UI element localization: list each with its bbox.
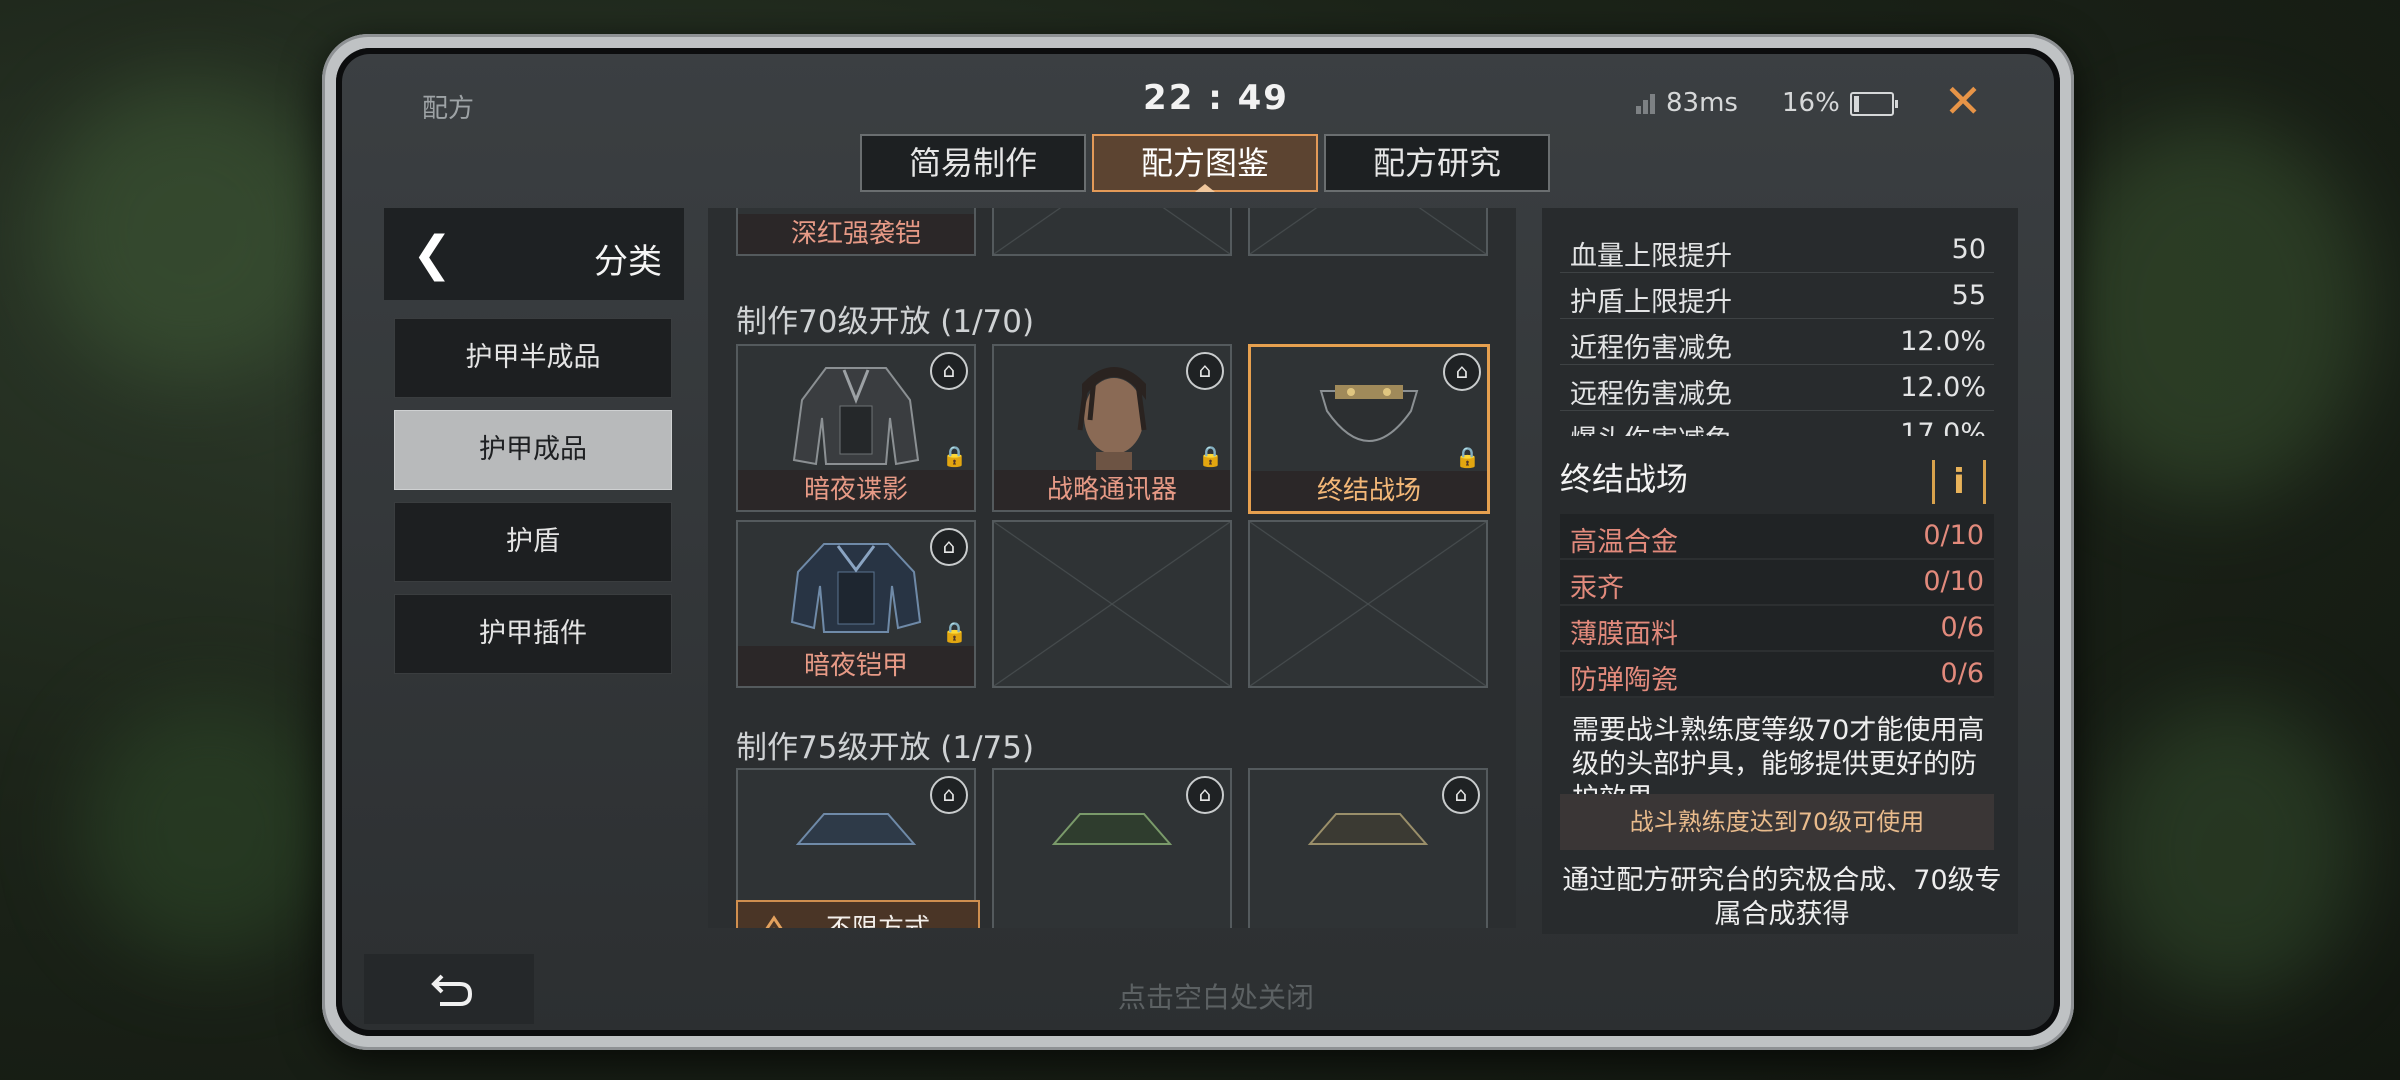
recipe-card-selected[interactable]: ⌂ 🔒 终结战场 bbox=[1248, 344, 1490, 514]
back-button[interactable] bbox=[364, 954, 534, 1024]
material-row: 高温合金 0/10 bbox=[1560, 514, 1994, 560]
material-row: 薄膜面料 0/6 bbox=[1560, 606, 1994, 652]
armor-vest-icon bbox=[1307, 813, 1429, 845]
stat-value: 12.0% bbox=[1900, 326, 1986, 357]
window-title: 配方 bbox=[422, 94, 475, 124]
recipe-card-empty bbox=[1248, 520, 1488, 688]
stat-row: 近程伤害减免 12.0% bbox=[1560, 320, 1994, 365]
category-item-shield[interactable]: 护盾 bbox=[394, 502, 672, 582]
recipe-card-label: 战略通讯器 bbox=[994, 470, 1230, 510]
stat-value: 50 bbox=[1951, 234, 1986, 265]
item-description: 需要战斗熟练度等级70才能使用高级的头部护具，能够提供更好的防护效果 bbox=[1572, 715, 1985, 794]
category-item-armor[interactable]: 护甲成品 bbox=[394, 410, 672, 490]
home-icon[interactable]: ⌂ bbox=[1442, 776, 1480, 814]
category-item-armor-plugin[interactable]: 护甲插件 bbox=[394, 594, 672, 674]
recipe-card[interactable]: ⌂ 🔒 暗夜铠甲 bbox=[736, 520, 976, 688]
recipe-card[interactable]: 深红强袭铠 bbox=[736, 208, 976, 256]
recipe-grid-panel: 深红强袭铠 制作70级开放 (1/70) ⌂ 🔒 暗夜谍影 ⌂ 🔒 战略通讯器 … bbox=[708, 208, 1516, 928]
category-header: ❮ 分类 bbox=[384, 208, 684, 300]
battery-icon bbox=[1850, 92, 1898, 116]
tab-recipe-catalog[interactable]: 配方图鉴 bbox=[1092, 134, 1318, 192]
home-icon[interactable]: ⌂ bbox=[930, 776, 968, 814]
triangle-icon bbox=[765, 915, 783, 928]
craft-mode-button[interactable]: 不限方式 bbox=[736, 900, 980, 928]
clock: 22 : 49 bbox=[1143, 78, 1289, 118]
recipe-card[interactable]: ⌂ bbox=[992, 768, 1232, 928]
return-arrow-icon bbox=[431, 974, 473, 1006]
character-head-icon bbox=[1077, 367, 1147, 470]
home-icon[interactable]: ⌂ bbox=[1186, 776, 1224, 814]
home-icon[interactable]: ⌂ bbox=[930, 352, 968, 390]
stat-name: 爆头伤害减免 bbox=[1570, 418, 1732, 436]
stat-name: 血量上限提升 bbox=[1570, 241, 1732, 272]
device-frame: 配方 22 : 49 83ms 16% ✕ 简易制作 配方图鉴 配方研究 ❮ 分… bbox=[322, 34, 2074, 1050]
signal-icon bbox=[1636, 92, 1658, 114]
material-name: 汞齐 bbox=[1570, 573, 1624, 604]
material-name: 防弹陶瓷 bbox=[1570, 665, 1678, 696]
recipe-window: 配方 22 : 49 83ms 16% ✕ 简易制作 配方图鉴 配方研究 ❮ 分… bbox=[336, 48, 2060, 1036]
info-button[interactable]: i bbox=[1932, 460, 1986, 504]
category-panel: ❮ 分类 护甲半成品 护甲成品 护盾 护甲插件 bbox=[384, 208, 684, 688]
home-icon[interactable]: ⌂ bbox=[1186, 352, 1224, 390]
battery-percent: 16% bbox=[1782, 88, 1840, 118]
recipe-card-empty bbox=[992, 208, 1232, 256]
armor-vest-icon bbox=[790, 543, 922, 633]
stat-name: 远程伤害减免 bbox=[1570, 379, 1732, 410]
material-row: 防弹陶瓷 0/6 bbox=[1560, 652, 1994, 698]
stat-name: 护盾上限提升 bbox=[1570, 287, 1732, 318]
category-title: 分类 bbox=[594, 242, 662, 282]
acquisition-source: 通过配方研究台的究极合成、70级专属合成获得 bbox=[1562, 865, 2002, 930]
category-item-armor-parts[interactable]: 护甲半成品 bbox=[394, 318, 672, 398]
home-icon[interactable]: ⌂ bbox=[930, 528, 968, 566]
stat-row: 远程伤害减免 12.0% bbox=[1560, 366, 1994, 411]
armor-vest-icon bbox=[795, 813, 917, 845]
stat-value: 12.0% bbox=[1900, 372, 1986, 403]
craft-mode-label: 不限方式 bbox=[826, 902, 930, 928]
armor-vest-icon bbox=[1051, 813, 1173, 845]
stat-row: 护盾上限提升 55 bbox=[1560, 274, 1994, 319]
stat-value: 17.0% bbox=[1900, 418, 1986, 436]
material-count: 0/6 bbox=[1940, 658, 1984, 689]
recipe-card-label: 终结战场 bbox=[1251, 471, 1487, 511]
material-name: 高温合金 bbox=[1570, 527, 1678, 558]
stat-value: 55 bbox=[1951, 280, 1986, 311]
armor-collar-icon bbox=[1319, 385, 1419, 442]
ping-value: 83ms bbox=[1666, 88, 1738, 118]
recipe-card-empty bbox=[1248, 208, 1488, 256]
chevron-left-icon[interactable]: ❮ bbox=[412, 226, 452, 282]
material-count: 0/10 bbox=[1923, 520, 1984, 551]
armor-vest-icon bbox=[792, 367, 920, 466]
recipe-card-label: 暗夜谍影 bbox=[738, 470, 974, 510]
tab-simple-craft[interactable]: 简易制作 bbox=[860, 134, 1086, 192]
section-title-level75: 制作75级开放 (1/75) bbox=[736, 730, 1035, 766]
tab-bar: 简易制作 配方图鉴 配方研究 bbox=[860, 134, 1550, 192]
material-count: 0/10 bbox=[1923, 566, 1984, 597]
material-name: 薄膜面料 bbox=[1570, 619, 1678, 650]
lock-icon: 🔒 bbox=[942, 620, 967, 644]
home-icon[interactable]: ⌂ bbox=[1443, 353, 1481, 391]
stat-row: 爆头伤害减免 17.0% bbox=[1560, 412, 1994, 436]
requirement-notice: 战斗熟练度达到70级可使用 bbox=[1560, 794, 1994, 850]
section-title-level70: 制作70级开放 (1/70) bbox=[736, 304, 1035, 340]
item-name: 终结战场 bbox=[1560, 460, 1689, 498]
lock-icon: 🔒 bbox=[1198, 444, 1223, 468]
close-hint[interactable]: 点击空白处关闭 bbox=[936, 976, 1496, 1016]
material-row: 汞齐 0/10 bbox=[1560, 560, 1994, 606]
lock-icon: 🔒 bbox=[942, 444, 967, 468]
tab-recipe-research[interactable]: 配方研究 bbox=[1324, 134, 1550, 192]
recipe-card[interactable]: ⌂ bbox=[1248, 768, 1488, 928]
detail-panel: 血量上限提升 50 护盾上限提升 55 近程伤害减免 12.0% 远程伤害减免 … bbox=[1542, 208, 2018, 934]
recipe-card[interactable]: ⌂ 🔒 战略通讯器 bbox=[992, 344, 1232, 512]
recipe-card-label: 深红强袭铠 bbox=[738, 214, 974, 254]
recipe-card[interactable]: ⌂ 🔒 暗夜谍影 bbox=[736, 344, 976, 512]
material-count: 0/6 bbox=[1940, 612, 1984, 643]
close-button[interactable]: ✕ bbox=[1936, 76, 1990, 130]
stat-name: 近程伤害减免 bbox=[1570, 333, 1732, 364]
lock-icon: 🔒 bbox=[1455, 445, 1480, 469]
recipe-card-label: 暗夜铠甲 bbox=[738, 646, 974, 686]
stat-row: 血量上限提升 50 bbox=[1560, 228, 1994, 273]
recipe-card-empty bbox=[992, 520, 1232, 688]
